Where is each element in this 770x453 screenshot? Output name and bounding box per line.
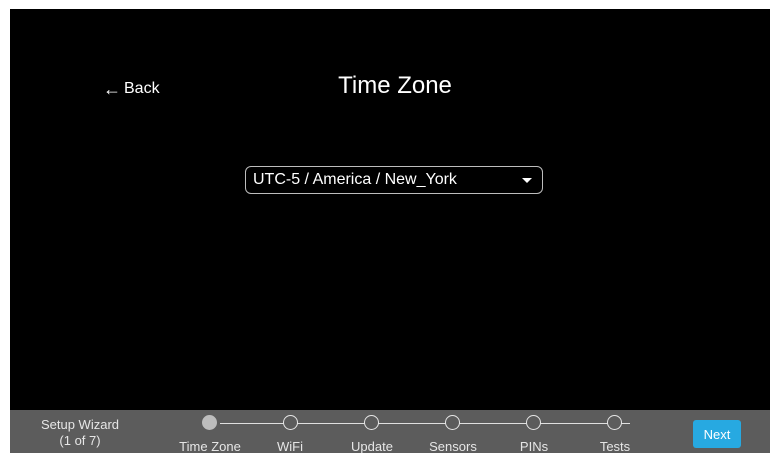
next-button[interactable]: Next bbox=[693, 420, 741, 448]
stepper-line bbox=[220, 423, 630, 424]
step-label-update[interactable]: Update bbox=[327, 439, 417, 453]
caret-down-icon bbox=[522, 177, 532, 183]
timezone-select-value: UTC-5 / America / New_York bbox=[253, 171, 457, 188]
step-label-wifi[interactable]: WiFi bbox=[245, 439, 335, 453]
wizard-stepper: Time Zone WiFi Update Sensors PINs Tests bbox=[10, 410, 770, 453]
step-label-pins[interactable]: PINs bbox=[489, 439, 579, 453]
step-dot-tests[interactable] bbox=[607, 415, 622, 430]
page-title: Time Zone bbox=[338, 72, 452, 99]
step-label-time-zone[interactable]: Time Zone bbox=[165, 439, 255, 453]
header: ← Back Time Zone bbox=[10, 9, 770, 169]
step-dot-time-zone[interactable] bbox=[202, 415, 217, 430]
wizard-screen: ← Back Time Zone UTC-5 / America / New_Y… bbox=[10, 9, 770, 453]
step-dot-pins[interactable] bbox=[526, 415, 541, 430]
step-dot-sensors[interactable] bbox=[445, 415, 460, 430]
step-dot-wifi[interactable] bbox=[283, 415, 298, 430]
step-label-tests[interactable]: Tests bbox=[570, 439, 660, 453]
step-dot-update[interactable] bbox=[364, 415, 379, 430]
step-label-sensors[interactable]: Sensors bbox=[408, 439, 498, 453]
wizard-footer: Setup Wizard (1 of 7) Time Zone WiFi Upd… bbox=[10, 410, 770, 453]
timezone-select[interactable]: UTC-5 / America / New_York bbox=[245, 166, 543, 194]
